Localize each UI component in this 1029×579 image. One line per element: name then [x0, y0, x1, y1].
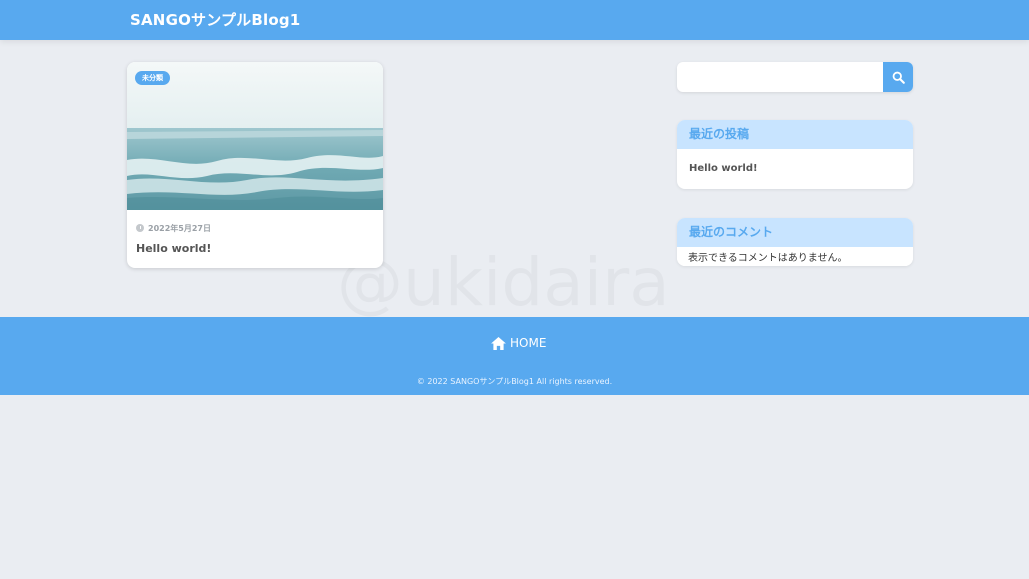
site-header: SANGOサンプルBlog1: [0, 0, 1029, 40]
site-footer: HOME © 2022 SANGOサンプルBlog1 All rights re…: [0, 317, 1029, 395]
footer-home-link[interactable]: HOME: [491, 336, 546, 350]
recent-posts-widget: 最近の投稿 Hello world!: [677, 120, 913, 189]
post-date-text: 2022年5月27日: [148, 223, 211, 233]
post-title[interactable]: Hello world!: [136, 242, 211, 255]
no-comments-text: 表示できるコメントはありません。: [677, 247, 913, 266]
home-icon: [491, 336, 506, 350]
watermark-text: @ukidaira: [337, 244, 670, 321]
post-date: 2022年5月27日: [136, 222, 211, 234]
search-icon: [892, 71, 905, 84]
recent-comments-title: 最近のコメント: [677, 218, 913, 247]
footer-home-label: HOME: [510, 336, 547, 350]
category-badge[interactable]: 未分類: [135, 71, 170, 85]
post-card[interactable]: 未分類 2022年5月27日 Hello world!: [127, 62, 383, 268]
search-input[interactable]: [677, 62, 883, 92]
copyright-text: © 2022 SANGOサンプルBlog1 All rights reserve…: [416, 377, 613, 386]
site-title-link[interactable]: SANGOサンプルBlog1: [130, 9, 300, 30]
recent-posts-title: 最近の投稿: [677, 120, 913, 149]
search-form: [677, 62, 913, 92]
search-button[interactable]: [883, 62, 913, 92]
clock-icon: [136, 224, 144, 232]
recent-post-link[interactable]: Hello world!: [677, 149, 913, 174]
recent-comments-widget: 最近のコメント 表示できるコメントはありません。: [677, 218, 913, 266]
